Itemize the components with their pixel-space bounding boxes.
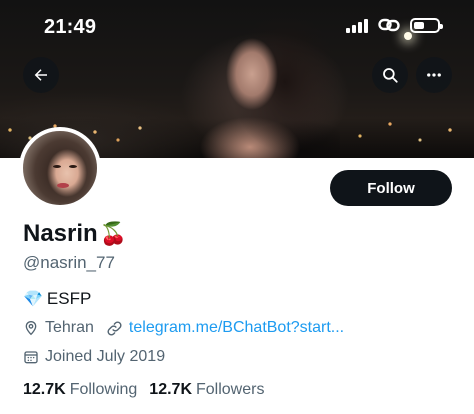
- followers-label: Followers: [196, 381, 265, 398]
- profile-handle: @nasrin_77: [23, 253, 115, 272]
- calendar-icon: [24, 351, 38, 364]
- location-text: Tehran: [45, 319, 94, 336]
- joined-date: Joined July 2019: [23, 348, 165, 366]
- back-button[interactable]: [23, 57, 59, 93]
- search-button[interactable]: [372, 57, 408, 93]
- website-link[interactable]: telegram.me/BChatBot?start...: [129, 319, 344, 337]
- website[interactable]: telegram.me/BChatBot?start...: [106, 319, 344, 337]
- avatar[interactable]: [19, 127, 101, 209]
- status-time: 21:49: [44, 16, 97, 38]
- following-label: Following: [69, 381, 138, 398]
- cherry-emoji-icon: 🍒: [99, 221, 128, 246]
- display-name-row: Nasrin 🍒: [23, 220, 127, 248]
- following-count: 12.7K: [23, 381, 66, 398]
- joined-text: Joined July 2019: [45, 348, 166, 365]
- link-icon: [378, 18, 400, 32]
- link-chain-icon: [107, 320, 122, 336]
- followers-count: 12.7K: [149, 381, 192, 398]
- location-pin-icon: [25, 320, 37, 336]
- location: Tehran: [23, 319, 94, 337]
- profile-meta: Tehran telegram.me/BChatBot?start...: [23, 319, 356, 337]
- battery-icon: [410, 17, 443, 33]
- gem-emoji-icon: 💎: [23, 291, 43, 308]
- banner-photo-subject: [190, 12, 340, 158]
- banner-moon: [404, 32, 412, 40]
- follow-button[interactable]: Follow: [330, 170, 452, 206]
- status-icons: [346, 17, 443, 33]
- follow-stats: 12.7K Following 12.7K Followers: [23, 381, 276, 399]
- cellular-signal-icon: [346, 17, 368, 33]
- followers-link[interactable]: 12.7K Followers: [149, 381, 264, 399]
- more-button[interactable]: [416, 57, 452, 93]
- bio: 💎 ESFP: [23, 289, 91, 309]
- search-icon: [383, 68, 398, 83]
- display-name: Nasrin: [23, 220, 98, 247]
- more-horizontal-icon: [427, 73, 441, 77]
- bio-text: ESFP: [46, 289, 92, 308]
- following-link[interactable]: 12.7K Following: [23, 381, 137, 399]
- arrow-left-icon: [34, 69, 47, 81]
